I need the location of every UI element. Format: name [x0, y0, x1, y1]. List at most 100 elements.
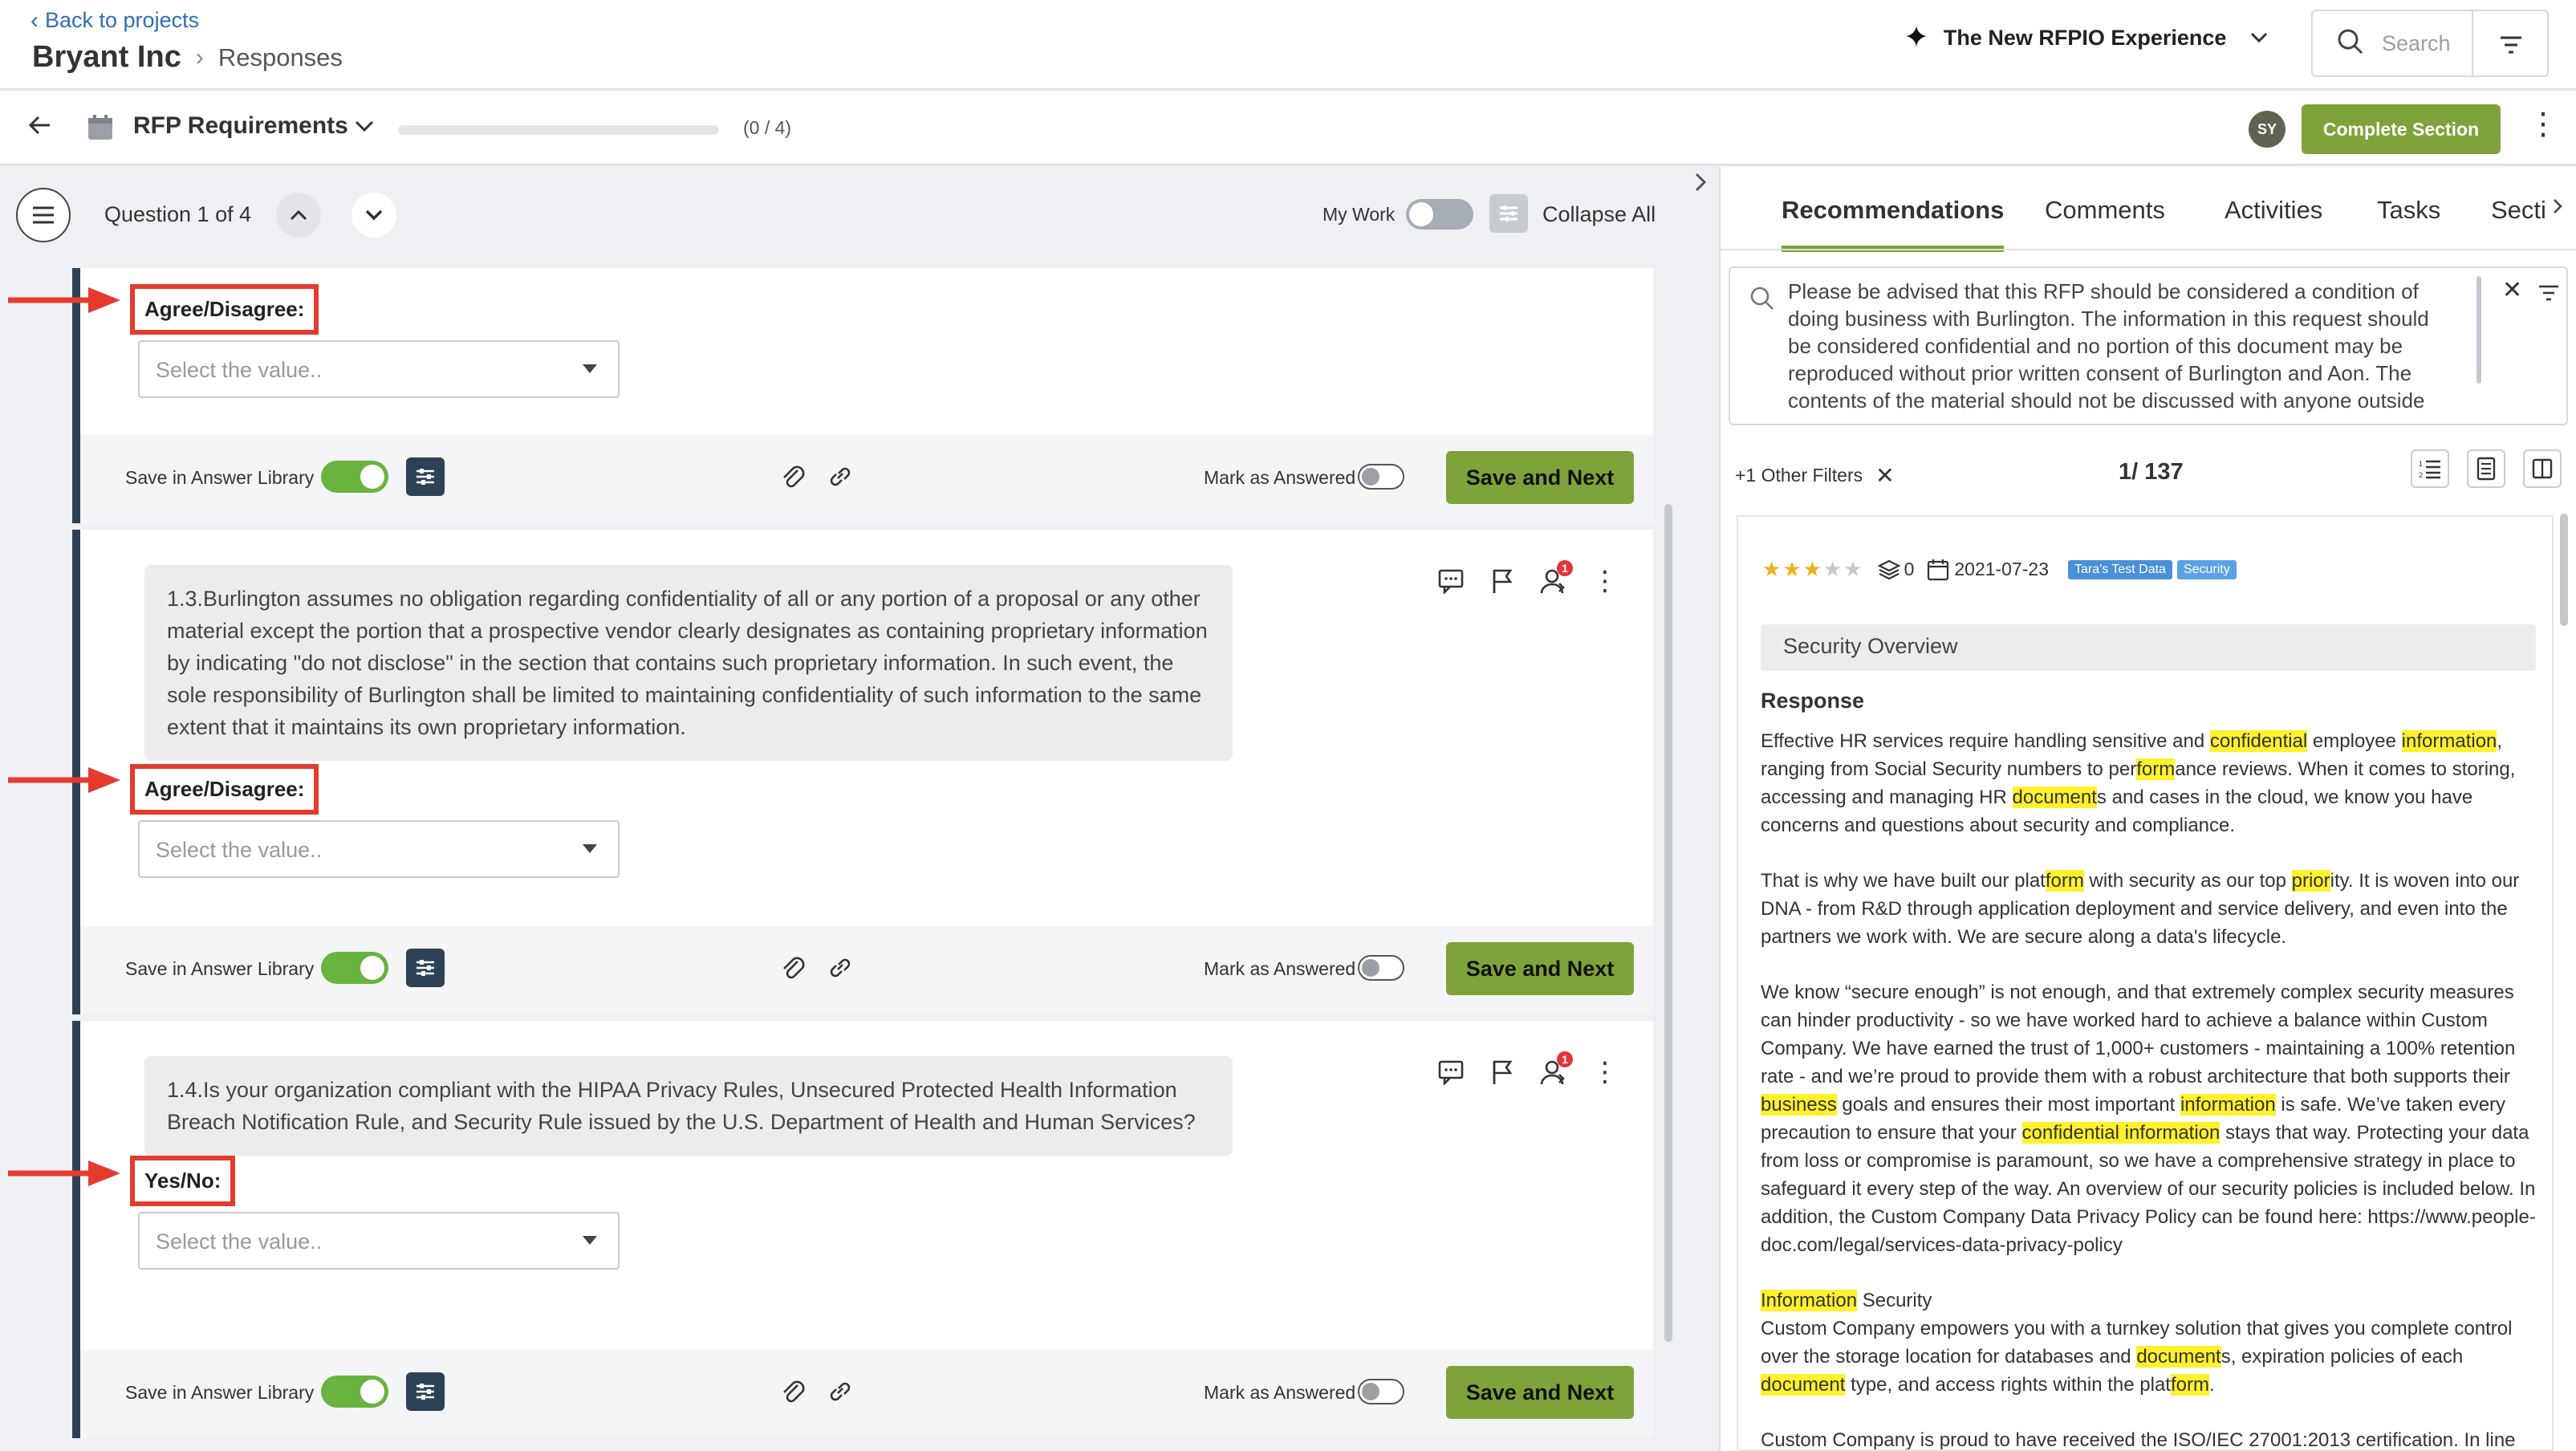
flag-icon[interactable]: [1488, 567, 1517, 595]
answer-select[interactable]: Select the value..: [138, 340, 620, 398]
flag-icon[interactable]: [1488, 1058, 1517, 1087]
response-paragraph: Custom Company is proud to have received…: [1761, 1429, 2516, 1451]
breadcrumb: Bryant Inc › Responses: [32, 40, 343, 75]
star-filled-icon: ★: [1802, 557, 1823, 581]
annotation-arrow-icon: [8, 287, 120, 313]
back-to-projects-link[interactable]: ‹ Back to projects: [30, 8, 199, 33]
next-question-button[interactable]: [351, 193, 396, 238]
comment-icon[interactable]: [1436, 567, 1465, 595]
link-icon[interactable]: [827, 462, 854, 495]
tab-activities[interactable]: Activities: [2225, 196, 2322, 246]
global-search[interactable]: Search: [2311, 10, 2549, 77]
attachment-icon[interactable]: [780, 1377, 806, 1410]
save-in-library-toggle[interactable]: [321, 952, 388, 984]
mark-as-answered-toggle[interactable]: [1358, 1379, 1404, 1404]
attachment-icon[interactable]: [780, 462, 806, 495]
clear-search-icon[interactable]: ✕: [2502, 276, 2522, 304]
more-options-icon[interactable]: ⋮: [2528, 109, 2558, 140]
save-and-next-button[interactable]: Save and Next: [1446, 942, 1634, 995]
side-panel-scrollbar[interactable]: [2560, 514, 2568, 626]
filter-icon[interactable]: [2537, 284, 2560, 306]
library-settings-icon[interactable]: [406, 457, 445, 496]
mark-as-answered-toggle[interactable]: [1358, 955, 1404, 981]
calendar-icon: [1928, 559, 1949, 580]
menu-button[interactable]: [16, 188, 71, 242]
avatar[interactable]: SY: [2249, 111, 2285, 148]
collapse-all-button[interactable]: Collapse All: [1542, 202, 1656, 227]
assign-badge: 1: [1557, 1051, 1573, 1067]
star-filled-icon: ★: [1762, 557, 1783, 581]
select-placeholder: Select the value..: [156, 1229, 323, 1254]
tab-recommendations[interactable]: Recommendations: [1782, 196, 2005, 252]
response-paragraph: We know “secure enough” is not enough, a…: [1761, 982, 2536, 1256]
tab-sections[interactable]: Secti: [2491, 196, 2546, 246]
toggle-knob: [360, 465, 384, 489]
section-title[interactable]: RFP Requirements: [133, 112, 348, 140]
section-bar: RFP Requirements (0 / 4) SY Complete Sec…: [0, 91, 2576, 165]
tab-tasks[interactable]: Tasks: [2377, 196, 2440, 246]
questions-pane: Question 1 of 4 My Work Collapse All Agr…: [0, 167, 1671, 1451]
collapse-panel-icon[interactable]: [1693, 172, 1708, 199]
question-actions: 1 ⋮: [1436, 560, 1619, 595]
collapse-all-icon[interactable]: [1489, 194, 1528, 233]
comment-icon[interactable]: [1436, 1058, 1465, 1087]
attachment-icon[interactable]: [780, 953, 806, 986]
tab-comments[interactable]: Comments: [2045, 196, 2165, 246]
layers-icon: [1877, 559, 1901, 579]
save-in-library-toggle[interactable]: [321, 1376, 388, 1408]
mark-as-answered-toggle[interactable]: [1358, 464, 1404, 490]
more-options-icon[interactable]: ⋮: [1591, 1058, 1619, 1087]
save-and-next-button[interactable]: Save and Next: [1446, 451, 1634, 504]
view-mode-buttons: 12: [2411, 449, 2562, 488]
recommendation-card[interactable]: ★★★★★ 0 2021-07-23 Tara's Test Data Secu…: [1737, 515, 2554, 1451]
svg-text:2: 2: [2419, 471, 2423, 479]
filter-icon[interactable]: [2499, 35, 2523, 59]
my-work-toggle[interactable]: [1406, 199, 1473, 230]
save-in-library-toggle[interactable]: [321, 461, 388, 493]
split-view-icon[interactable]: [2523, 449, 2562, 488]
chevron-right-icon[interactable]: [2552, 194, 2563, 222]
save-and-next-button[interactable]: Save and Next: [1446, 1366, 1634, 1419]
complete-section-button[interactable]: Complete Section: [2302, 104, 2501, 154]
assign-user-icon[interactable]: 1: [1539, 560, 1573, 595]
previous-question-button[interactable]: [276, 193, 321, 238]
response-paragraph: That is why we have built our platform w…: [1761, 870, 2520, 948]
answer-select[interactable]: Select the value..: [138, 820, 620, 878]
card-footer: Save in Answer Library Mark as Answered …: [80, 926, 1653, 1014]
answer-field-label: Agree/Disagree:: [130, 764, 319, 815]
library-settings-icon[interactable]: [406, 1372, 445, 1411]
question-card: Agree/Disagree: Select the value.. Save …: [72, 268, 1653, 523]
experience-switcher[interactable]: ✦ The New RFPIO Experience: [1904, 22, 2268, 53]
annotation-arrow-icon: [8, 767, 120, 793]
answer-select[interactable]: Select the value..: [138, 1212, 620, 1270]
search-icon: [2337, 28, 2364, 59]
clear-filters-icon[interactable]: ✕: [1875, 462, 1894, 489]
star-empty-icon: ★: [1822, 557, 1844, 581]
assign-user-icon[interactable]: 1: [1539, 1051, 1573, 1087]
dropdown-arrow-icon: [583, 844, 597, 853]
search-scrollbar[interactable]: [2476, 276, 2481, 384]
recommendation-search[interactable]: Please be advised that this RFP should b…: [1729, 266, 2568, 425]
document-view-icon[interactable]: [2467, 449, 2505, 488]
annotation-arrow-icon: [8, 1160, 120, 1186]
question-counter: Question 1 of 4: [104, 202, 252, 226]
link-icon[interactable]: [827, 953, 854, 986]
usage-count: 0: [1877, 559, 1914, 581]
list-view-icon[interactable]: 12: [2411, 449, 2449, 488]
questions-scrollbar[interactable]: [1664, 504, 1672, 1342]
library-settings-icon[interactable]: [406, 949, 445, 987]
link-icon[interactable]: [827, 1377, 854, 1410]
page-name: Responses: [217, 43, 343, 71]
recommendation-title: Security Overview: [1761, 624, 2536, 671]
experience-label: The New RFPIO Experience: [1943, 25, 2227, 50]
search-icon: [1749, 286, 1775, 315]
recommendation-search-input[interactable]: Please be advised that this RFP should b…: [1788, 278, 2438, 414]
other-filters-label[interactable]: +1 Other Filters: [1735, 465, 1863, 486]
arrow-left-icon[interactable]: [27, 112, 51, 143]
more-options-icon[interactable]: ⋮: [1591, 567, 1619, 595]
toggle-knob: [1362, 1383, 1379, 1400]
project-name[interactable]: Bryant Inc: [32, 40, 181, 75]
question-text: 1.4.Is your organization compliant with …: [144, 1056, 1233, 1156]
search-input[interactable]: Search: [2382, 31, 2451, 56]
chevron-down-icon[interactable]: [355, 116, 374, 138]
